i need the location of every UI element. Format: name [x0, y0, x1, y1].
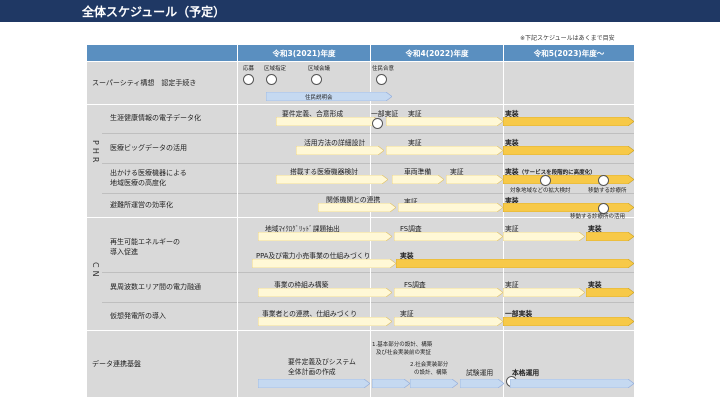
arrow-phr3-vehicle — [392, 175, 444, 184]
group-label-cn: CN — [91, 262, 100, 280]
task-phr3-mobile: 移動する診療所 — [588, 188, 627, 194]
task-data-s1a: 1.基本部分の設計、構築 — [372, 342, 433, 348]
row-label-cn1b: 導入促進 — [110, 248, 138, 256]
row-separator — [102, 272, 634, 273]
task-data-s2a: 2.社会実装部分 — [410, 362, 449, 368]
arrow-cn1-ppa-impl — [396, 259, 634, 268]
arrow-phr1-verify — [386, 117, 503, 126]
arrow-phr4-coop — [318, 203, 396, 212]
year-header-2021: 令和3(2021)年度 — [238, 45, 370, 61]
arrow-phr3-impl — [503, 175, 634, 184]
task-data-req2: 全体計画の作成 — [288, 368, 336, 376]
row-label-phr2: 医療ビッグデータの活用 — [110, 144, 187, 152]
row-label-data: データ連携基盤 — [92, 360, 141, 368]
task-data-full: 本格運用 — [512, 369, 540, 377]
arrow-cn1-impl — [586, 232, 634, 241]
arrow-cn1-ppa — [252, 259, 396, 268]
arrow-phr4-verify — [398, 203, 503, 212]
row-label-phr3a: 出かける医療機器による — [110, 169, 187, 177]
arrow-phr3-verify — [446, 175, 503, 184]
arrow-data-s2 — [410, 379, 458, 388]
milestone-circle — [311, 74, 322, 85]
arrow-phr4-impl — [503, 203, 634, 212]
row-label-cn2: 異周波数エリア間の電力融通 — [110, 283, 201, 291]
arrow-phr2-detail — [296, 146, 384, 155]
group-label-phr: PHR — [91, 140, 100, 166]
milestone-circle — [598, 175, 609, 186]
arrow-cn3-verify — [394, 317, 503, 326]
header-blank — [87, 45, 237, 61]
milestone-circle — [540, 175, 551, 186]
milestone-briefing: 住民説明会 — [305, 95, 333, 101]
schedule-note: ※下記スケジュールはあくまで目安 — [520, 35, 615, 42]
arrow-data-full — [510, 379, 634, 388]
milestone-council: 区域会議 — [308, 66, 331, 72]
page-title: 全体スケジュール（予定） — [82, 5, 226, 19]
arrow-phr2-verify — [386, 146, 503, 155]
task-phr3-expand: 対象地域などの拡大検討 — [510, 188, 571, 194]
arrow-cn2-fs — [394, 288, 503, 297]
row-separator — [102, 163, 634, 164]
row-separator — [102, 133, 634, 134]
arrow-cn2-frame — [258, 288, 392, 297]
task-data-s2b: の設計、構築 — [414, 370, 448, 376]
row-separator — [102, 302, 634, 303]
row-label-phr4: 避難所運営の効率化 — [110, 201, 173, 209]
arrow-phr3-study — [276, 175, 388, 184]
milestone-consent: 住民合意 — [372, 66, 395, 72]
row-label-cn3: 仮想発電所の導入 — [110, 312, 166, 320]
milestone-apply: 応募 — [243, 66, 255, 72]
milestone-designated: 区域指定 — [264, 66, 287, 72]
year-header-2023: 令和5(2023)年度～ — [504, 45, 634, 61]
arrow-data-req — [258, 379, 370, 388]
arrow-cn3-coop — [258, 317, 392, 326]
arrow-cn1-verify — [503, 232, 585, 241]
milestone-circle — [266, 74, 277, 85]
arrow-cn2-impl — [586, 288, 634, 297]
grid-line — [237, 62, 238, 397]
arrow-phr2-impl — [503, 146, 634, 155]
row-label-cn1a: 再生可能エネルギーの — [110, 238, 180, 246]
arrow-data-s1 — [372, 379, 410, 388]
arrow-cn2-verify — [503, 288, 585, 297]
task-data-trial: 試験運用 — [466, 369, 494, 377]
arrow-phr1-req — [276, 117, 380, 126]
year-header-2022: 令和4(2022)年度 — [371, 45, 503, 61]
arrow-cn1-micro — [258, 232, 392, 241]
milestone-circle — [376, 74, 387, 85]
row-label-super: スーパーシティ構想 認定手続き — [92, 79, 197, 87]
task-data-s1b: 及び社会実装前の実証 — [376, 350, 432, 356]
task-data-req1: 要件定義及びシステム — [288, 358, 356, 366]
arrow-cn1-fs — [394, 232, 503, 241]
task-phr4-clinic: 移動する診療所の活用 — [570, 214, 626, 220]
arrow-phr1-impl — [503, 117, 634, 126]
milestone-circle — [372, 118, 383, 129]
grid-line — [503, 62, 504, 397]
row-label-phr3b: 地域医療の高度化 — [110, 179, 166, 187]
milestone-circle — [243, 74, 254, 85]
arrow-cn3-impl — [503, 317, 634, 326]
arrow-data-trial — [460, 379, 504, 388]
row-label-phr1: 生涯健康情報の電子データ化 — [110, 114, 201, 122]
